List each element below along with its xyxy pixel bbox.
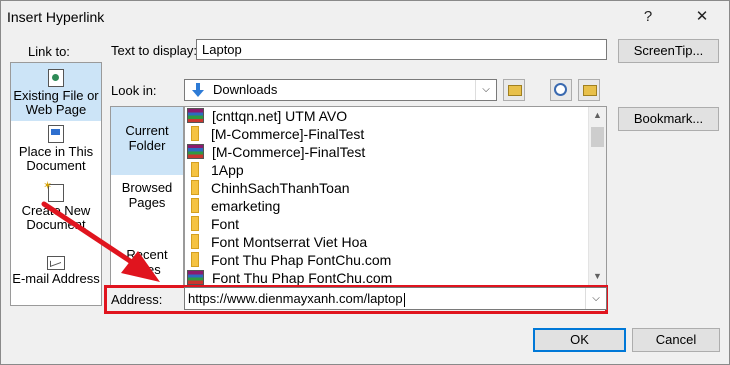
arrow-head — [121, 251, 160, 282]
annotation-arrow — [41, 201, 160, 282]
arrow-shaft — [41, 201, 133, 264]
